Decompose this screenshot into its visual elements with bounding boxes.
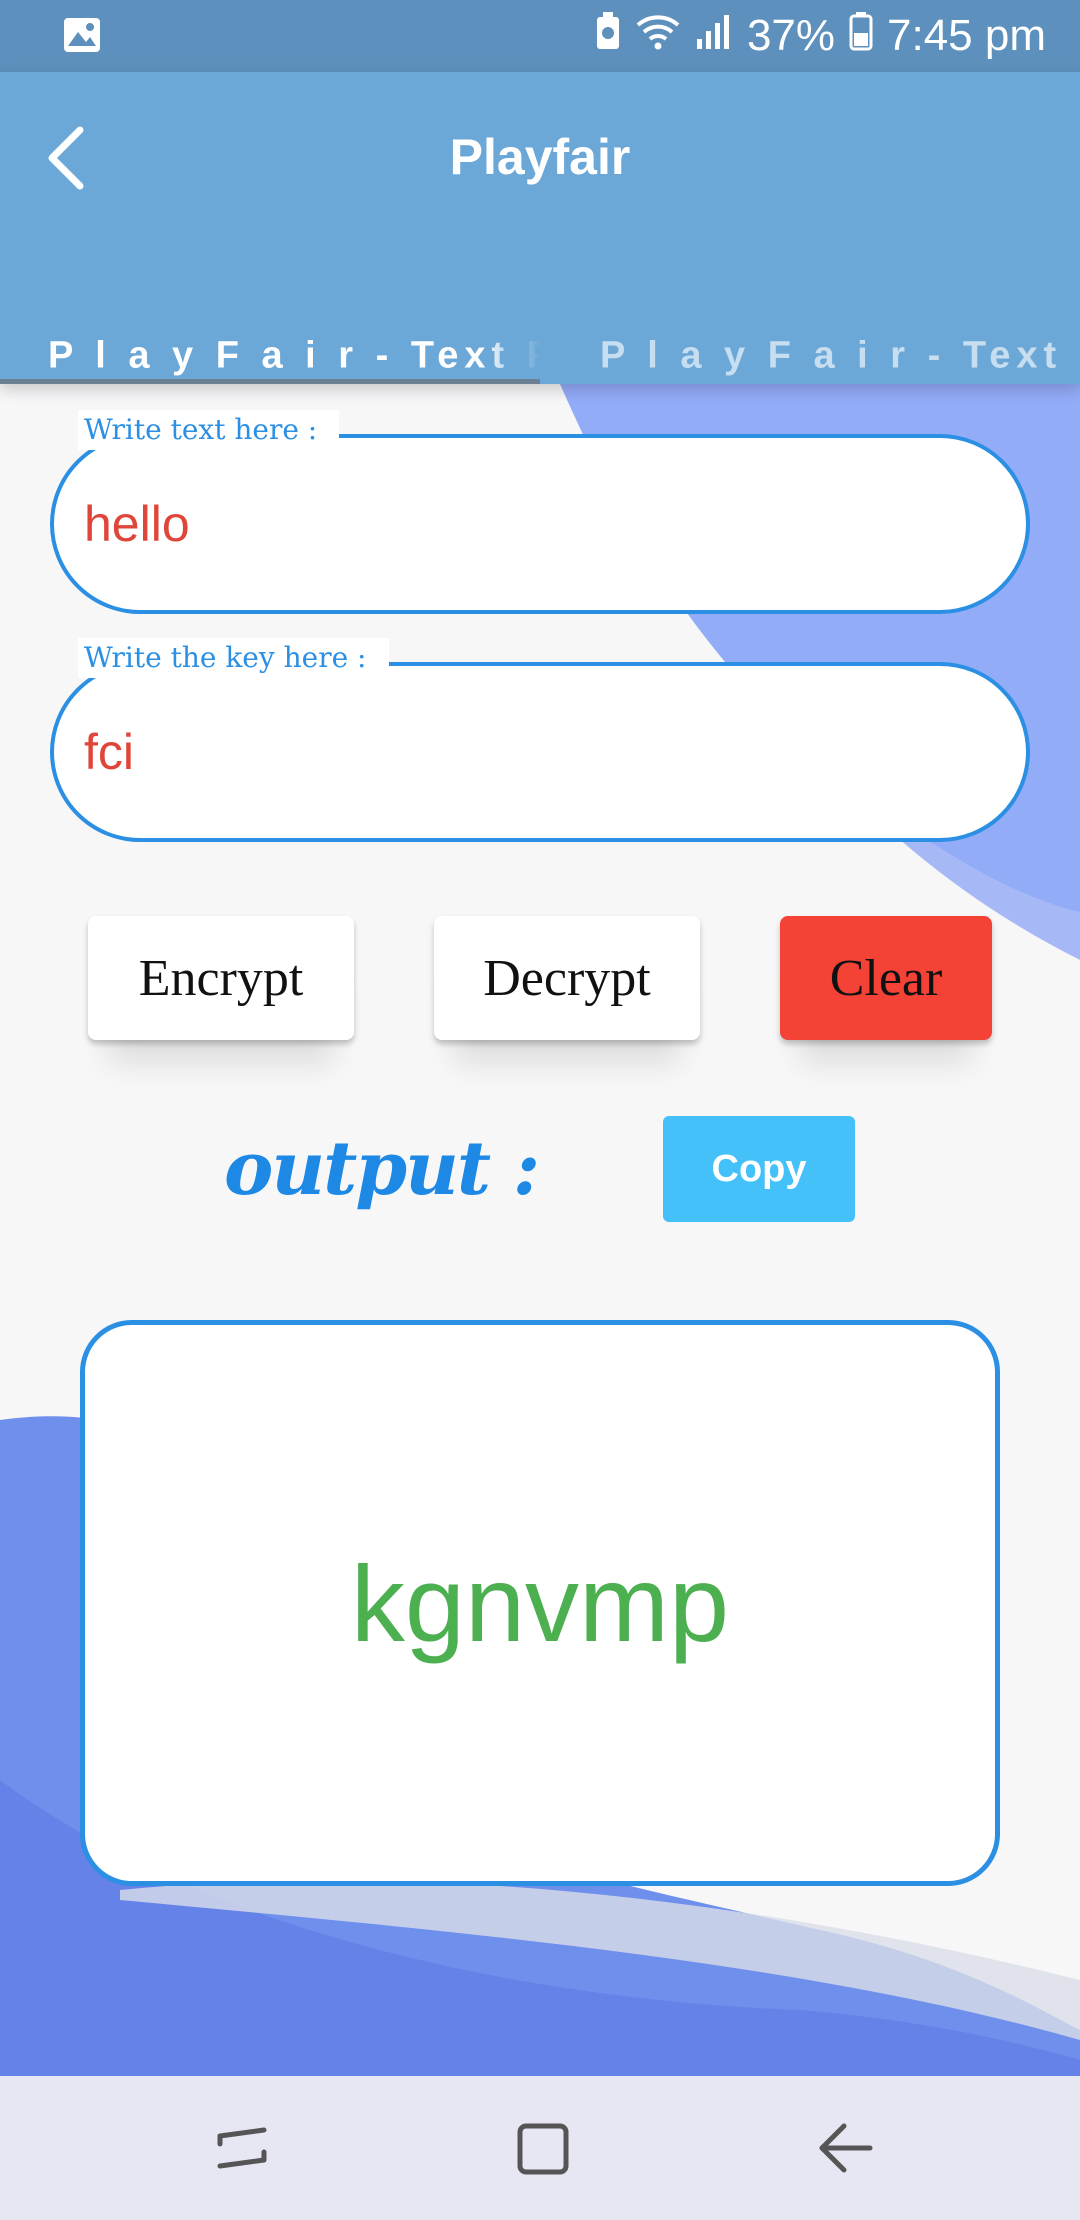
app-bar: Playfair P l a y F a i r - Text Form P l… bbox=[0, 72, 1080, 384]
status-bar: 37% 7:45 pm bbox=[0, 0, 1080, 72]
output-value: kgnvmp bbox=[350, 1542, 730, 1664]
key-field-label: Write the key here : bbox=[78, 638, 389, 678]
system-back-button[interactable] bbox=[806, 2114, 886, 2184]
copy-button[interactable]: Copy bbox=[663, 1116, 855, 1222]
key-input[interactable] bbox=[84, 702, 984, 802]
tab-bar: P l a y F a i r - Text Form P l a y F a … bbox=[0, 268, 1080, 384]
text-input[interactable] bbox=[84, 474, 984, 574]
wifi-icon bbox=[635, 11, 681, 62]
encrypt-button[interactable]: Encrypt bbox=[88, 916, 354, 1040]
gallery-icon bbox=[62, 16, 102, 54]
clear-button[interactable]: Clear bbox=[780, 916, 992, 1040]
back-icon bbox=[819, 2123, 873, 2173]
home-icon bbox=[517, 2123, 569, 2175]
decrypt-button[interactable]: Decrypt bbox=[434, 916, 700, 1040]
status-time: 7:45 pm bbox=[887, 11, 1046, 60]
battery-saver-icon bbox=[595, 11, 621, 62]
tab-text-form-label: P l a y F a i r - Text Form bbox=[48, 334, 540, 377]
text-field-label: Write text here : bbox=[78, 410, 340, 450]
recent-apps-button[interactable] bbox=[202, 2114, 282, 2184]
tab-indicator bbox=[0, 379, 540, 384]
key-field: Write the key here : bbox=[50, 638, 1030, 842]
signal-icon bbox=[695, 11, 733, 62]
recent-apps-icon bbox=[217, 2127, 267, 2169]
output-box: kgnvmp bbox=[80, 1320, 1000, 1886]
tab-text-file[interactable]: P l a y F a i r - Text File bbox=[540, 268, 1080, 384]
page-title: Playfair bbox=[449, 129, 631, 185]
battery-icon bbox=[849, 11, 873, 62]
tab-text-file-label: P l a y F a i r - Text File bbox=[600, 334, 1080, 377]
tab-text-form[interactable]: P l a y F a i r - Text Form bbox=[0, 268, 540, 384]
battery-percent: 37% bbox=[746, 11, 836, 60]
navigation-bar bbox=[0, 2076, 1080, 2220]
home-button[interactable] bbox=[504, 2114, 584, 2184]
text-field: Write text here : bbox=[50, 410, 1030, 614]
output-label: output : bbox=[224, 1126, 540, 1212]
